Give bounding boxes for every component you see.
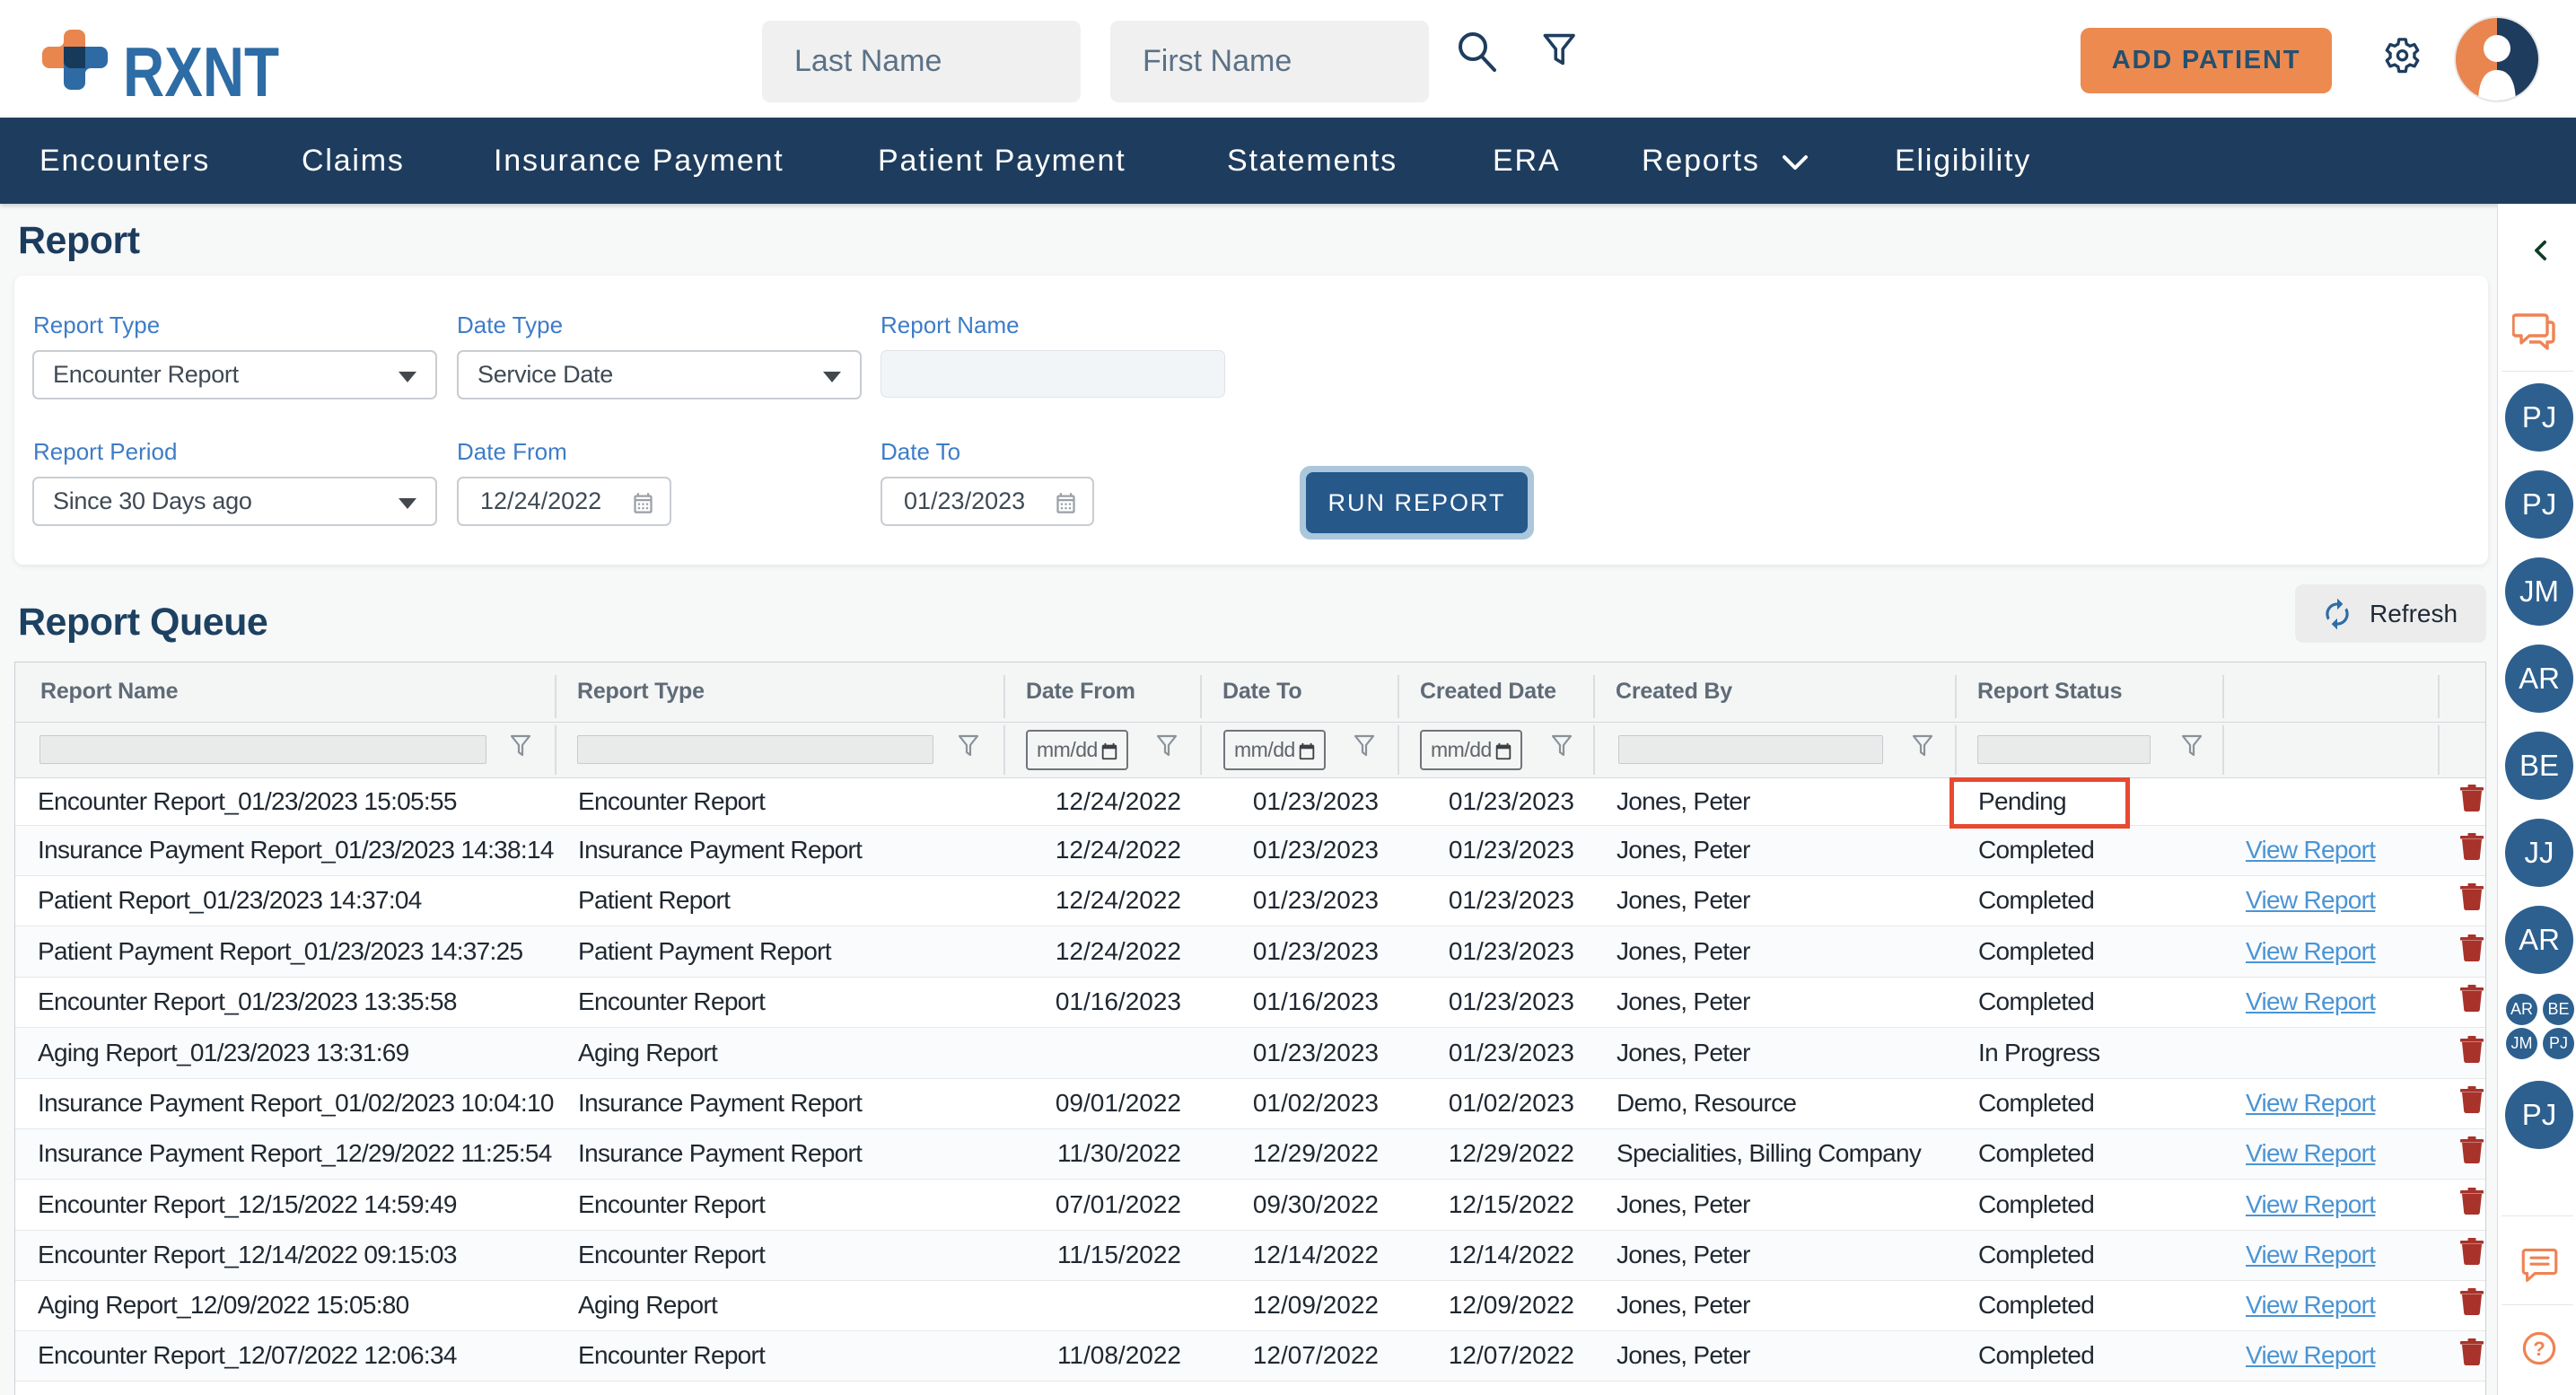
svg-text:?: ? <box>2533 1338 2545 1360</box>
